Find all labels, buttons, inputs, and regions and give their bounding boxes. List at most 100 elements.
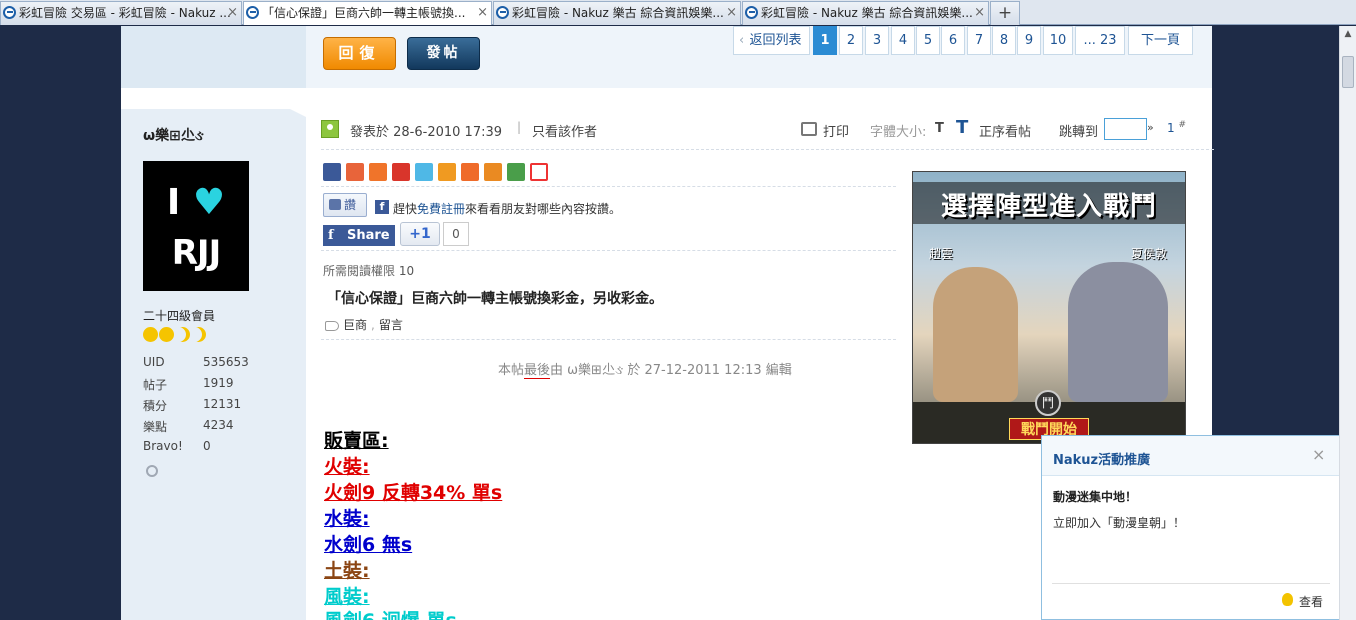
plurk-share-icon[interactable] bbox=[346, 163, 364, 181]
printer-icon[interactable] bbox=[801, 122, 817, 136]
font-small-button[interactable]: T bbox=[935, 121, 944, 136]
facebook-share-icon[interactable] bbox=[323, 163, 341, 181]
stat-value: 4234 bbox=[203, 418, 234, 432]
page-link[interactable]: 8 bbox=[992, 26, 1016, 55]
tag-link[interactable]: 巨商 bbox=[343, 318, 367, 332]
google-bookmark-icon[interactable] bbox=[507, 163, 525, 181]
browser-tab[interactable]: 彩虹冒險 - Nakuz 樂古 綜合資訊娛樂... × bbox=[742, 1, 989, 25]
body-line: 風劍6 迴爆 單s bbox=[324, 606, 457, 620]
udn-share-icon[interactable] bbox=[461, 163, 479, 181]
edit-notice: 本帖最後由 ω樂⊞尐ઙ 於 27-12-2011 12:13 編輯 bbox=[498, 359, 792, 379]
sort-order-link[interactable]: 正序看帖 bbox=[979, 121, 1031, 140]
close-tab-icon[interactable]: × bbox=[974, 2, 985, 24]
game-advertisement[interactable]: 選擇陣型進入戰鬥 趙雲 夏侯敦 鬥 戰鬥開始 bbox=[912, 171, 1186, 444]
hemidemi-share-icon[interactable] bbox=[438, 163, 456, 181]
page-link[interactable]: 7 bbox=[967, 26, 991, 55]
page-link[interactable]: 4 bbox=[891, 26, 915, 55]
hd-share-icon[interactable] bbox=[484, 163, 502, 181]
pixnet-share-icon[interactable] bbox=[392, 163, 410, 181]
edit-notice-text: 本帖 bbox=[498, 363, 525, 378]
like-button[interactable]: 讚 bbox=[323, 193, 367, 217]
avatar[interactable]: I ♥ RJJ bbox=[143, 161, 249, 291]
stat-label: 樂點 bbox=[143, 420, 168, 434]
page-link[interactable]: 9 bbox=[1017, 26, 1041, 55]
page-link[interactable]: 5 bbox=[916, 26, 940, 55]
ad-character-name: 夏侯敦 bbox=[1131, 247, 1168, 261]
browser-tab[interactable]: 彩虹冒險 交易區 - 彩虹冒險 - Nakuz ... × bbox=[0, 1, 242, 25]
twitter-share-icon[interactable] bbox=[415, 163, 433, 181]
author-name[interactable]: ω樂⊞尐ઙ bbox=[143, 125, 204, 145]
thumbs-up-icon bbox=[329, 199, 341, 210]
broadcast-icon[interactable] bbox=[146, 465, 158, 477]
body-line: 土裝: bbox=[324, 560, 370, 582]
floor-mark: # bbox=[1178, 120, 1187, 130]
post-header: 發表於 28-6-2010 17:39 | 只看該作者 打印 字體大小: T T… bbox=[321, 117, 1201, 144]
jump-floor-input[interactable] bbox=[1104, 118, 1147, 140]
moon-icon bbox=[175, 327, 190, 342]
last-page-link[interactable]: ... 23 bbox=[1075, 26, 1125, 55]
reply-button[interactable]: 回復 bbox=[323, 37, 396, 70]
site-favicon-icon bbox=[3, 6, 16, 19]
plus-one-count: 0 bbox=[443, 222, 469, 246]
scrollbar-thumb[interactable] bbox=[1342, 56, 1354, 88]
tag-link[interactable]: 留言 bbox=[379, 318, 403, 332]
divider bbox=[321, 339, 896, 340]
popup-view-link[interactable]: 查看 bbox=[1299, 593, 1323, 610]
browser-tab-title: 彩虹冒險 - Nakuz 樂古 綜合資訊娛樂... bbox=[761, 6, 973, 20]
popup-message[interactable]: 立即加入「動漫皇朝」！ bbox=[1053, 514, 1185, 531]
chevron-left-icon: ‹ bbox=[739, 33, 745, 48]
page-link[interactable]: 3 bbox=[865, 26, 889, 55]
browser-tab-active[interactable]: 「信心保證」巨商六帥一轉主帳號換... × bbox=[243, 1, 492, 25]
jump-arrow-icon[interactable]: » bbox=[1147, 121, 1154, 134]
funp-share-icon[interactable] bbox=[369, 163, 387, 181]
close-tab-icon[interactable]: × bbox=[227, 2, 238, 24]
browser-tab[interactable]: 彩虹冒險 - Nakuz 樂古 綜合資訊娛樂... × bbox=[493, 1, 741, 25]
only-author-link[interactable]: 只看該作者 bbox=[532, 121, 597, 140]
avatar-line-1: I ♥ bbox=[143, 183, 249, 223]
new-post-button[interactable]: 發帖 bbox=[407, 37, 480, 70]
new-tab-button[interactable]: + bbox=[990, 1, 1020, 25]
post-tags: 巨商, 留言 bbox=[325, 316, 403, 333]
body-line: 販賣區: bbox=[324, 430, 389, 452]
avatar-text: I bbox=[166, 182, 181, 223]
popup-divider bbox=[1052, 583, 1330, 584]
page-link[interactable]: 10 bbox=[1043, 26, 1073, 55]
stat-value[interactable]: 535653 bbox=[203, 355, 249, 369]
print-link[interactable]: 打印 bbox=[823, 121, 849, 140]
page-link[interactable]: 2 bbox=[839, 26, 863, 55]
yi-share-icon[interactable] bbox=[530, 163, 548, 181]
back-to-list-link[interactable]: ‹ 返回列表 bbox=[733, 26, 810, 55]
site-favicon-icon bbox=[745, 6, 758, 19]
next-page-link[interactable]: 下一頁 bbox=[1128, 26, 1193, 55]
body-line: 火劍9 反轉34% 單s bbox=[324, 482, 503, 504]
facebook-share-button[interactable]: f Share bbox=[323, 225, 395, 246]
back-to-list-label: 返回列表 bbox=[749, 33, 802, 48]
stat-value[interactable]: 1919 bbox=[203, 376, 234, 390]
like-prompt: 趕快免費註冊來看看朋友對哪些內容按讚。 bbox=[393, 200, 621, 217]
popup-heading[interactable]: 動漫迷集中地！ bbox=[1053, 488, 1137, 505]
post-date: 發表於 28-6-2010 17:39 bbox=[350, 125, 503, 140]
post-title: 「信心保證」巨商六帥一轉主帳號換彩金，另收彩金。 bbox=[327, 291, 663, 307]
scroll-up-icon[interactable]: ▲ bbox=[1340, 26, 1356, 42]
permission-value: 10 bbox=[398, 264, 415, 278]
browser-tab-bar: 彩虹冒險 交易區 - 彩虹冒險 - Nakuz ... × 「信心保證」巨商六帥… bbox=[0, 0, 1356, 25]
page-link[interactable]: 6 bbox=[941, 26, 965, 55]
rank-stars bbox=[143, 327, 207, 345]
close-tab-icon[interactable]: × bbox=[477, 2, 488, 24]
divider bbox=[321, 250, 896, 251]
stat-label: 積分 bbox=[143, 399, 168, 413]
google-plus-one-button[interactable]: +1 bbox=[400, 222, 440, 246]
promo-popup: Nakuz活動推廣 × 動漫迷集中地！ 立即加入「動漫皇朝」！ 查看 bbox=[1041, 435, 1340, 620]
ad-character-figure bbox=[933, 267, 1018, 402]
close-icon[interactable]: × bbox=[1312, 445, 1325, 464]
font-large-button[interactable]: T bbox=[956, 117, 968, 138]
browser-tab-title: 「信心保證」巨商六帥一轉主帳號換... bbox=[262, 6, 466, 20]
page-link-current[interactable]: 1 bbox=[813, 26, 837, 55]
vertical-scrollbar[interactable]: ▲ bbox=[1339, 26, 1356, 620]
stat-label: 帖子 bbox=[143, 378, 168, 392]
close-tab-icon[interactable]: × bbox=[726, 2, 737, 24]
register-link[interactable]: 免費註冊 bbox=[417, 202, 465, 216]
browser-tab-title: 彩虹冒險 交易區 - 彩虹冒險 - Nakuz ... bbox=[19, 6, 231, 20]
body-line: 風裝: bbox=[324, 586, 370, 608]
floor-number[interactable]: 1 # bbox=[1167, 120, 1186, 135]
